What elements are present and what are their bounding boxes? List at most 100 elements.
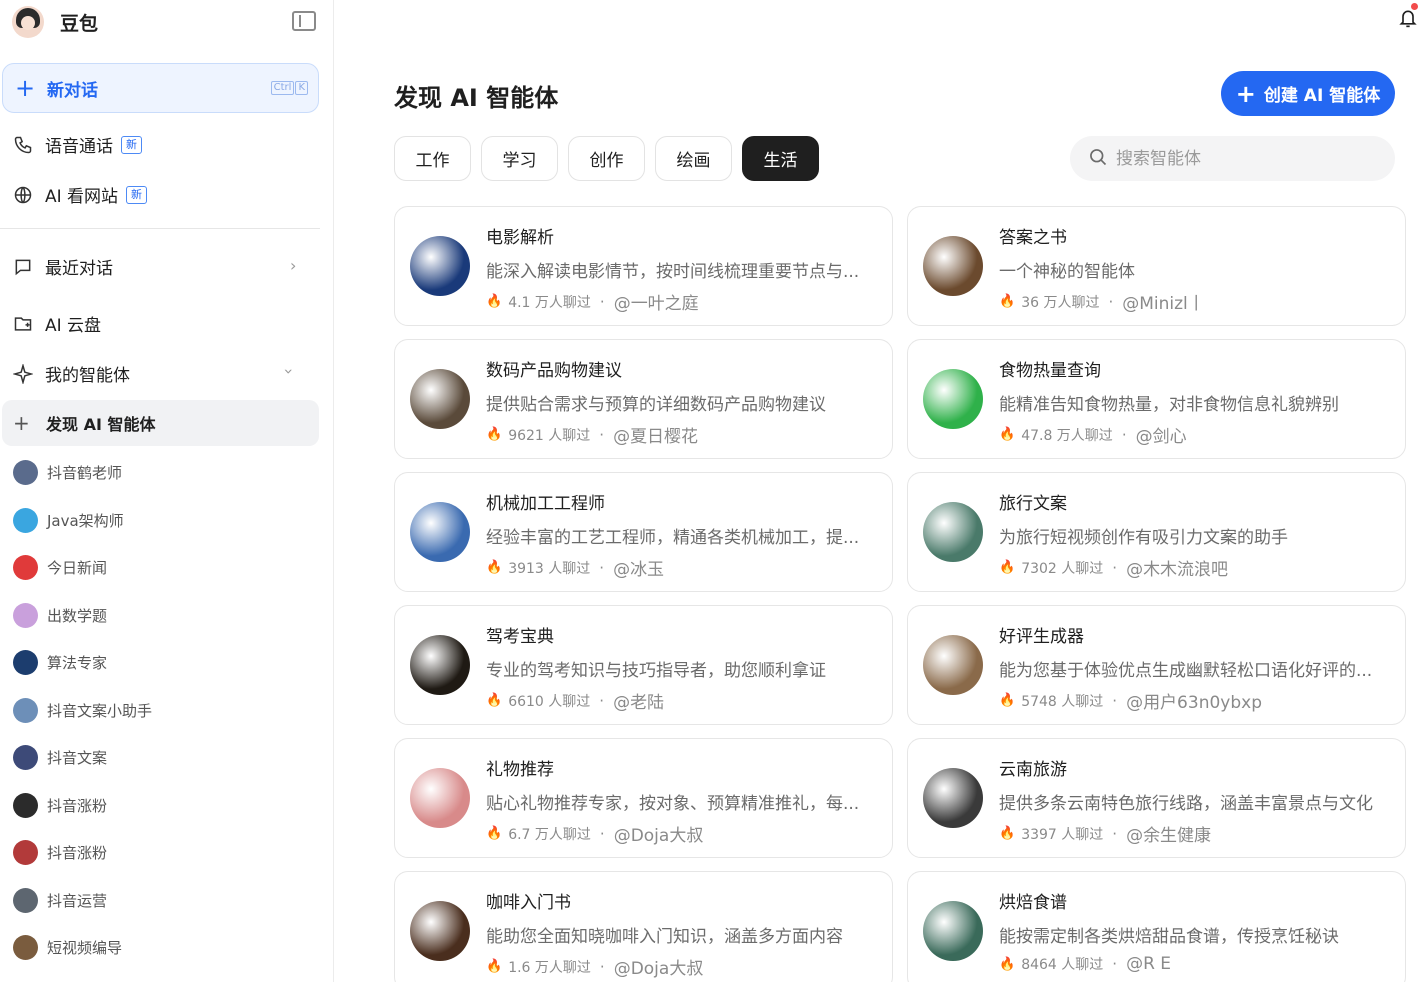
sidebar-item-voice-call[interactable]: 语音通话 新	[12, 132, 142, 157]
agent-avatar	[13, 887, 38, 913]
sidebar-item-recent-chats[interactable]: 最近对话	[12, 254, 113, 279]
separator-dot: ·	[599, 558, 605, 577]
agent-meta: 🔥 9621 人聊过 · @夏日樱花	[486, 422, 698, 448]
agent-card[interactable]: 答案之书 一个神秘的智能体 🔥 36 万人聊过 · @Minizl丨	[907, 206, 1406, 326]
agent-avatar	[13, 840, 38, 865]
tab-item[interactable]: 工作	[394, 136, 471, 181]
brand-avatar	[12, 6, 44, 38]
agent-title: 咖啡入门书	[486, 893, 571, 913]
agent-card[interactable]: 旅行文案 为旅行短视频创作有吸引力文案的助手 🔥 7302 人聊过 · @木木流浪吧	[907, 472, 1406, 592]
sidebar-item-ai-drive[interactable]: AI 云盘	[12, 311, 101, 336]
sidebar-agent-item[interactable]: 抖音文案小助手	[13, 697, 152, 723]
agent-card[interactable]: 数码产品购物建议 提供贴合需求与预算的详细数码产品购物建议 🔥 9621 人聊过 · @夏…	[394, 339, 893, 459]
agent-author[interactable]: @R E	[1126, 954, 1171, 974]
agent-name: 抖音文案	[47, 749, 108, 767]
agent-author[interactable]: @Minizl丨	[1122, 289, 1205, 314]
fire-icon: 🔥	[486, 560, 503, 575]
search-input[interactable]	[1116, 148, 1376, 169]
agent-name: 抖音涨粉	[47, 796, 108, 815]
agent-description: 专业的驾考知识与技巧指导者，助您顺利拿证	[486, 661, 826, 681]
agent-avatar	[13, 935, 38, 960]
agent-card[interactable]: 机械加工工程师 经验丰富的工艺工程师，精通各类机械加工，提... 🔥 3913 人聊过…	[394, 472, 893, 592]
agent-author[interactable]: @夏日樱花	[613, 422, 698, 447]
agent-avatar	[13, 650, 38, 675]
agent-meta: 🔥 6610 人聊过 · @老陆	[486, 688, 664, 714]
sidebar-agent-item[interactable]: 抖音鹤老师	[13, 460, 122, 485]
sidebar-agent-item[interactable]: 短视频编导	[13, 935, 122, 960]
agent-avatar	[13, 555, 38, 580]
chat-icon	[12, 256, 34, 278]
agent-author[interactable]: @冰玉	[613, 555, 664, 580]
agent-card[interactable]: 好评生成器 能为您基于体验优点生成幽默轻松口语化好评的... 🔥 5748 人聊过 · @…	[907, 605, 1406, 725]
tab-item[interactable]: 学习	[481, 136, 558, 181]
agent-card[interactable]: 咖啡入门书 能助您全面知晓咖啡入门知识，涵盖多方面内容 🔥 1.6 万人聊过 · @Doj…	[394, 871, 893, 982]
agent-avatar	[410, 768, 470, 828]
create-agent-button[interactable]: + 创建 AI 智能体	[1221, 71, 1395, 116]
agent-title: 旅行文案	[999, 494, 1067, 514]
brand[interactable]: 豆包	[12, 0, 98, 44]
sidebar-agent-item[interactable]: 出数学题	[13, 602, 107, 628]
agent-author[interactable]: @木木流浪吧	[1126, 555, 1228, 580]
agent-meta: 🔥 36 万人聊过 · @Minizl丨	[999, 289, 1205, 315]
agent-author[interactable]: @余生健康	[1126, 821, 1211, 846]
tab-item[interactable]: 绘画	[655, 136, 732, 181]
sidebar-agent-item[interactable]: 今日新闻	[13, 555, 107, 580]
bell-icon[interactable]	[1398, 7, 1418, 29]
agent-avatar	[13, 792, 38, 818]
chevron-right-icon[interactable]: ›	[290, 256, 296, 275]
separator-dot: ·	[599, 824, 605, 843]
agent-author[interactable]: @剑心	[1136, 422, 1187, 447]
agent-card[interactable]: 烘焙食谱 能按需定制各类烘焙甜品食谱，传授烹饪秘诀 🔥 8464 人聊过 · @R E	[907, 871, 1406, 982]
sidebar-agent-item[interactable]: 抖音涨粉	[13, 840, 107, 865]
separator-dot: ·	[599, 292, 605, 311]
agent-description: 经验丰富的工艺工程师，精通各类机械加工，提...	[486, 528, 860, 548]
agent-description: 能深入解读电影情节，按时间线梳理重要节点与...	[486, 262, 860, 282]
agent-title: 电影解析	[486, 228, 554, 248]
agent-card[interactable]: 食物热量查询 能精准告知食物热量，对非食物信息礼貌辨别 🔥 47.8 万人聊过 · @剑心	[907, 339, 1406, 459]
agent-card[interactable]: 电影解析 能深入解读电影情节，按时间线梳理重要节点与... 🔥 4.1 万人聊过 · @一…	[394, 206, 893, 326]
search-bar[interactable]	[1070, 136, 1395, 181]
agent-name: 短视频编导	[47, 939, 123, 957]
sidebar-item-label: 发现 AI 智能体	[46, 415, 156, 434]
agent-author[interactable]: @Doja大叔	[614, 954, 704, 979]
chat-count: 8464 人聊过	[1021, 957, 1104, 973]
agent-card[interactable]: 礼物推荐 贴心礼物推荐专家，按对象、预算精准推礼，每... 🔥 6.7 万人聊过 · @D…	[394, 738, 893, 858]
tab-item[interactable]: 创作	[568, 136, 645, 181]
agent-author[interactable]: @一叶之庭	[614, 289, 699, 314]
fire-icon: 🔥	[999, 956, 1016, 972]
sidebar-item-my-agents[interactable]: 我的智能体	[12, 361, 130, 386]
sidebar-agent-item[interactable]: 抖音文案	[13, 745, 107, 770]
sidebar-item-ai-web[interactable]: AI 看网站 新	[12, 182, 148, 207]
agent-meta: 🔥 5748 人聊过 · @用户63n0ybxp	[999, 688, 1262, 714]
sidebar-agent-item[interactable]: Java架构师	[13, 507, 124, 533]
sidebar-collapse-icon[interactable]	[292, 11, 316, 31]
agent-avatar	[923, 236, 983, 296]
app-window: 豆包 + 新对话 Ctrl K 语音通话 新 AI 看网站 新 最近对话 › A…	[0, 0, 1421, 982]
sidebar-agent-item[interactable]: 抖音运营	[13, 887, 107, 913]
tab-item[interactable]: 生活	[742, 136, 819, 181]
sidebar-agent-item[interactable]: 算法专家	[13, 650, 107, 675]
search-icon	[1088, 147, 1108, 171]
sidebar-item-label: AI 看网站	[45, 187, 119, 207]
agent-avatar	[410, 635, 470, 695]
agent-card[interactable]: 云南旅游 提供多条云南特色旅行线路，涵盖丰富景点与文化 🔥 3397 人聊过 · @余生健…	[907, 738, 1406, 858]
chat-count: 6610 人聊过	[508, 693, 591, 710]
cloud-drive-icon	[12, 313, 34, 335]
agent-author[interactable]: @用户63n0ybxp	[1126, 688, 1262, 713]
chevron-down-icon[interactable]: ›	[280, 368, 299, 374]
sidebar-agent-item[interactable]: 抖音涨粉	[13, 792, 108, 818]
agent-author[interactable]: @老陆	[613, 688, 664, 713]
agent-title: 数码产品购物建议	[486, 361, 622, 381]
chat-count: 6.7 万人聊过	[508, 826, 591, 843]
new-chat-button[interactable]: + 新对话 Ctrl K	[2, 63, 319, 113]
plus-icon: +	[15, 74, 36, 102]
agent-meta: 🔥 47.8 万人聊过 · @剑心	[999, 422, 1187, 448]
fire-icon: 🔥	[486, 427, 503, 442]
sidebar-item-label: 语音通话	[45, 137, 113, 157]
sidebar-item-discover[interactable]: + 发现 AI 智能体	[2, 400, 319, 446]
agent-meta: 🔥 3397 人聊过 · @余生健康	[999, 821, 1211, 847]
agent-author[interactable]: @Doja大叔	[614, 821, 704, 846]
agent-card[interactable]: 驾考宝典 专业的驾考知识与技巧指导者，助您顺利拿证 🔥 6610 人聊过 · @老陆	[394, 605, 893, 725]
fire-icon: 🔥	[999, 693, 1016, 708]
chat-count: 3913 人聊过	[508, 560, 591, 577]
